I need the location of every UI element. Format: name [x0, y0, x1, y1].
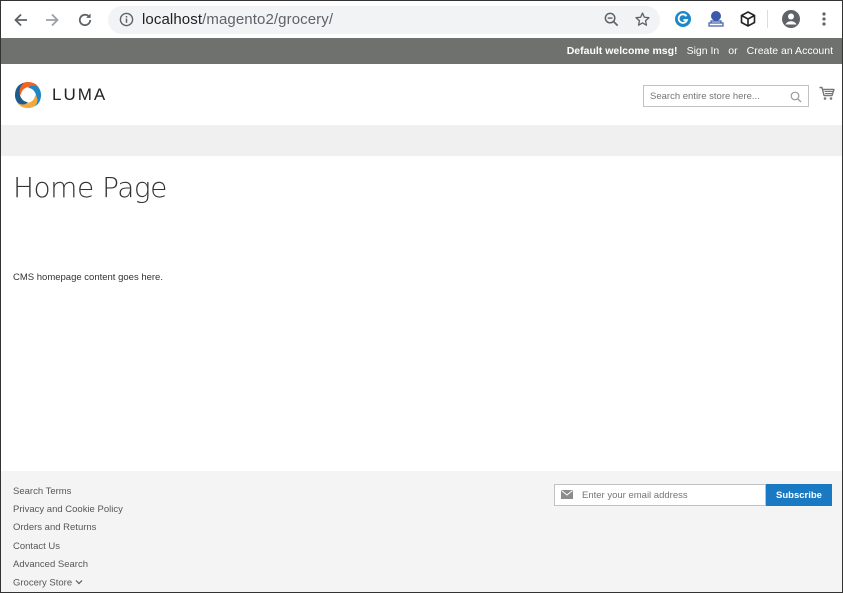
zoom-out-icon[interactable]	[603, 11, 620, 33]
header-content: LUMA	[1, 64, 842, 125]
profile-icon[interactable]	[780, 8, 802, 30]
extension-icon[interactable]	[705, 8, 727, 30]
sign-in-link[interactable]: Sign In	[687, 45, 720, 57]
grammarly-icon[interactable]	[672, 8, 694, 30]
cart-icon[interactable]	[819, 86, 835, 106]
footer-link-contact[interactable]: Contact Us	[13, 541, 123, 560]
footer-link-search-terms[interactable]: Search Terms	[13, 486, 123, 505]
newsletter-email-input[interactable]	[582, 489, 762, 501]
footer: Search Terms Privacy and Cookie Policy O…	[1, 471, 842, 592]
forward-arrow-icon[interactable]	[39, 7, 65, 33]
newsletter-field[interactable]	[554, 484, 766, 506]
store-switcher-label: Grocery Store	[13, 577, 73, 589]
newsletter-form: Subscribe	[554, 484, 832, 506]
footer-link-privacy[interactable]: Privacy and Cookie Policy	[13, 505, 123, 523]
search-icon[interactable]	[790, 90, 802, 108]
footer-link-orders-returns[interactable]: Orders and Returns	[13, 523, 123, 541]
toolbar-divider	[767, 10, 768, 28]
info-icon[interactable]	[118, 12, 134, 28]
or-text: or	[728, 45, 738, 57]
reload-icon[interactable]	[72, 7, 98, 33]
url-path: /magento2/grocery/	[202, 11, 334, 28]
store-logo[interactable]: LUMA	[13, 80, 107, 110]
subscribe-button[interactable]: Subscribe	[766, 484, 832, 506]
cube-extension-icon[interactable]	[737, 8, 759, 30]
navigation-bar	[1, 125, 842, 156]
create-account-link[interactable]: Create an Account	[747, 45, 833, 57]
back-arrow-icon[interactable]	[8, 7, 34, 33]
browser-toolbar: localhost/magento2/grocery/	[1, 1, 842, 38]
star-icon[interactable]	[634, 11, 651, 33]
more-vert-icon[interactable]	[813, 8, 835, 30]
search-box[interactable]	[643, 85, 809, 107]
store-switcher[interactable]: Grocery Store	[13, 577, 123, 592]
browser-window: localhost/magento2/grocery/ Default welc…	[0, 0, 843, 593]
envelope-icon	[561, 486, 573, 504]
chevron-down-icon	[75, 578, 83, 588]
cms-content: CMS homepage content goes here.	[13, 272, 163, 283]
welcome-message: Default welcome msg!	[566, 45, 678, 57]
footer-links: Search Terms Privacy and Cookie Policy O…	[13, 486, 123, 592]
address-bar[interactable]: localhost/magento2/grocery/	[108, 5, 660, 34]
page-title: Home Page	[13, 171, 167, 204]
luma-logo-icon	[15, 82, 41, 108]
search-input[interactable]	[644, 90, 784, 102]
footer-link-advanced-search[interactable]: Advanced Search	[13, 559, 123, 578]
header-panel: Default welcome msg! Sign In or Create a…	[1, 38, 842, 64]
url-text: localhost/magento2/grocery/	[142, 11, 333, 28]
url-host: localhost	[142, 11, 203, 28]
logo-text: LUMA	[52, 85, 108, 104]
